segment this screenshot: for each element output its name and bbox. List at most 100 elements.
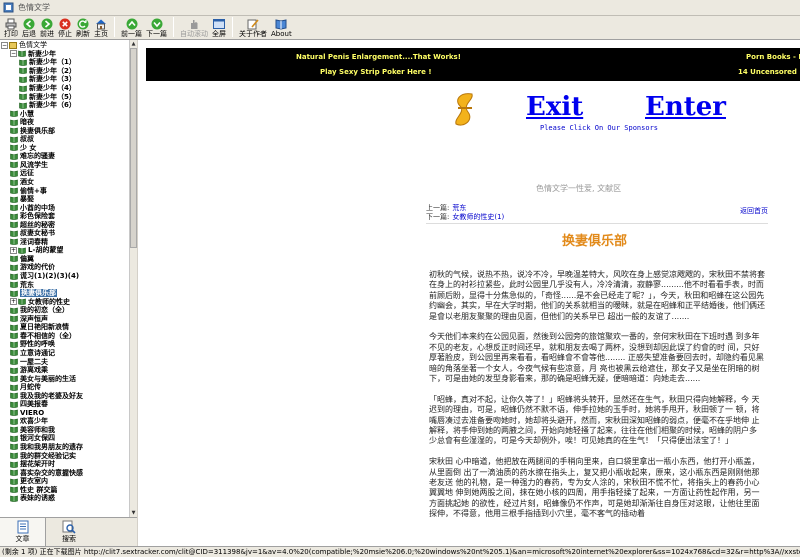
article-tree[interactable]: − 色情文学 − 新妻少年 新妻少年（1） 新妻少年（2） 新妻少年（3） 新妻少年（4） 新妻… [0,40,129,517]
tree-item[interactable]: 月蛇传 [0,383,129,392]
tree-item[interactable]: 野性的呼唤 [0,340,129,349]
tree-item[interactable]: 更衣室内 [0,477,129,486]
tree-item[interactable]: 超丝的秘密 [0,220,129,229]
ad-link-2[interactable]: Play Sexy Strip Poker Here ! [320,68,432,76]
content-pane[interactable]: Natural Penis Enlargement....That Works!… [138,40,800,546]
tree-expander-icon[interactable]: − [10,50,17,58]
tree-item[interactable]: 我和我男朋友的遗存 [0,443,129,452]
tree-item[interactable]: 我及我的老婆及好友 [0,391,129,400]
tree-item[interactable]: 游戏的代价 [0,263,129,272]
next-article-link[interactable]: 女教师的性史(1) [452,213,504,222]
tree-item[interactable]: 少 女 [0,144,129,153]
tab-articles[interactable]: 文章 [0,518,46,546]
tree-item[interactable]: 美女与美丽的生活 [0,374,129,383]
home-link[interactable]: 返回首页 [740,206,768,216]
tree-item[interactable]: 远征 [0,169,129,178]
forward-button[interactable]: 前进 [38,16,56,39]
tree-scrollbar[interactable]: ▲ ▼ [129,40,137,517]
tree-item[interactable]: 酒女 [0,178,129,187]
exit-link[interactable]: Exit [526,90,583,124]
tree-item[interactable]: 谎习(1)(2)(3)(4) [0,272,129,281]
fullscreen-button[interactable]: 全屏 [210,16,228,39]
tree-item[interactable]: 暴娶 [0,195,129,204]
sponsor-text: Please Click On Our Sponsors [540,124,659,132]
tree-item[interactable]: 新妻少年（3） [0,75,129,84]
stop-button[interactable]: 停止 [56,16,74,39]
tree-item[interactable]: + 女教师的性史 [0,297,129,306]
tree-item-label: 游离戏乘 [20,366,48,375]
tree-item[interactable]: 性史 群交篇 [0,485,129,494]
tree-item[interactable]: 小慧 [0,109,129,118]
tree-item[interactable]: 夏日艳阳新浪情 [0,323,129,332]
scrollbar-thumb[interactable] [130,48,137,248]
tree-item[interactable]: 叔妻女秘书 [0,229,129,238]
tree-item[interactable]: 我的群交经验记实 [0,451,129,460]
tree-item[interactable]: VIERO [0,409,129,418]
tree-item[interactable]: 游离戏乘 [0,366,129,375]
document-icon [17,520,28,534]
about-author-button[interactable]: 关于作者 [237,16,269,39]
book-icon [10,127,18,135]
tree-item[interactable]: 春不相信的（全） [0,332,129,341]
tree-item-label: 酒女 [20,178,34,187]
tree-item[interactable]: 难忘的骚妻 [0,152,129,161]
ad-banner[interactable]: Natural Penis Enlargement....That Works!… [146,48,800,81]
ad-link-4[interactable]: 14 Uncensored [738,68,797,76]
scroll-down-icon[interactable]: ▼ [130,509,137,517]
tree-item[interactable]: 摆花架开时 [0,460,129,469]
refresh-button[interactable]: 刷新 [74,16,92,39]
tree-item[interactable]: 一屋二夫 [0,357,129,366]
tree-item[interactable]: 立意诗通记 [0,349,129,358]
ad-link-1[interactable]: Natural Penis Enlargement....That Works! [296,53,461,61]
prev-article-link[interactable]: 荒东 [452,204,466,213]
tab-search[interactable]: 搜索 [46,518,92,546]
book-icon [10,435,18,442]
tree-item[interactable]: 新妻少年（6） [0,101,129,110]
tree-item[interactable]: 新妻少年（5） [0,92,129,101]
auto-scroll-button[interactable]: 自动滚动 [178,16,210,39]
book-icon [10,238,18,246]
tree-item-label: 喜实杂交的意握快感 [20,468,83,477]
tree-item-label: 彩色保险套 [20,212,55,221]
tree-item-label: 风流学生 [20,160,48,169]
tree-expander-icon[interactable]: + [10,298,17,306]
tree-item[interactable]: 四美报春 [0,400,129,409]
book-icon [10,444,18,451]
tree-item[interactable]: 换妻俱乐部 [0,126,129,135]
enter-link[interactable]: Enter [645,90,726,124]
tree-item[interactable]: 美容师和我 [0,426,129,435]
tree-item[interactable]: 风流学生 [0,161,129,170]
tree-item[interactable]: 新妻少年（2） [0,67,129,76]
scroll-up-icon[interactable]: ▲ [130,40,137,48]
tree-item[interactable]: 偏翼 [0,255,129,264]
tree-item[interactable]: 深声恒声 [0,315,129,324]
tree-item[interactable]: 荒东 [0,280,129,289]
tree-item[interactable]: 喜实杂交的意握快感 [0,468,129,477]
tree-item[interactable]: 叔叔 [0,135,129,144]
print-button[interactable]: 打印 [2,16,20,39]
next-article-button[interactable]: 下一篇 [144,16,169,39]
about-button[interactable]: About [269,16,294,39]
tree-item[interactable]: 彩色保险套 [0,212,129,221]
tree-item[interactable]: 偷情+事 [0,186,129,195]
tree-item[interactable]: 新妻少年（1） [0,58,129,67]
tree-item[interactable]: 银河女保四 [0,434,129,443]
tree-item[interactable]: 我的初恋（全） [0,306,129,315]
tree-item[interactable]: − 色情文学 [0,41,129,50]
back-button[interactable]: 后退 [20,16,38,39]
home-button[interactable]: 主页 [92,16,110,39]
ad-link-3[interactable]: Porn Books - I [746,53,800,61]
tree-item-label: 谎习(1)(2)(3)(4) [20,272,80,281]
tree-item[interactable]: 换妻俱乐部 [0,289,129,298]
tree-item[interactable]: 小酋的中场 [0,203,129,212]
tree-item[interactable]: 淫词春精 [0,238,129,247]
tree-item[interactable]: + L-胡的蒙望 [0,246,129,255]
tree-item[interactable]: 新妻少年（4） [0,84,129,93]
tree-item[interactable]: 暗夜 [0,118,129,127]
prev-article-button[interactable]: 前一篇 [119,16,144,39]
tree-expander-icon[interactable]: + [10,246,17,254]
tree-expander-icon[interactable]: − [1,41,8,49]
tree-item[interactable]: 欢喜少年 [0,417,129,426]
tree-item[interactable]: 表妹的诱惑 [0,494,129,503]
tree-item[interactable]: − 新妻少年 [0,50,129,59]
